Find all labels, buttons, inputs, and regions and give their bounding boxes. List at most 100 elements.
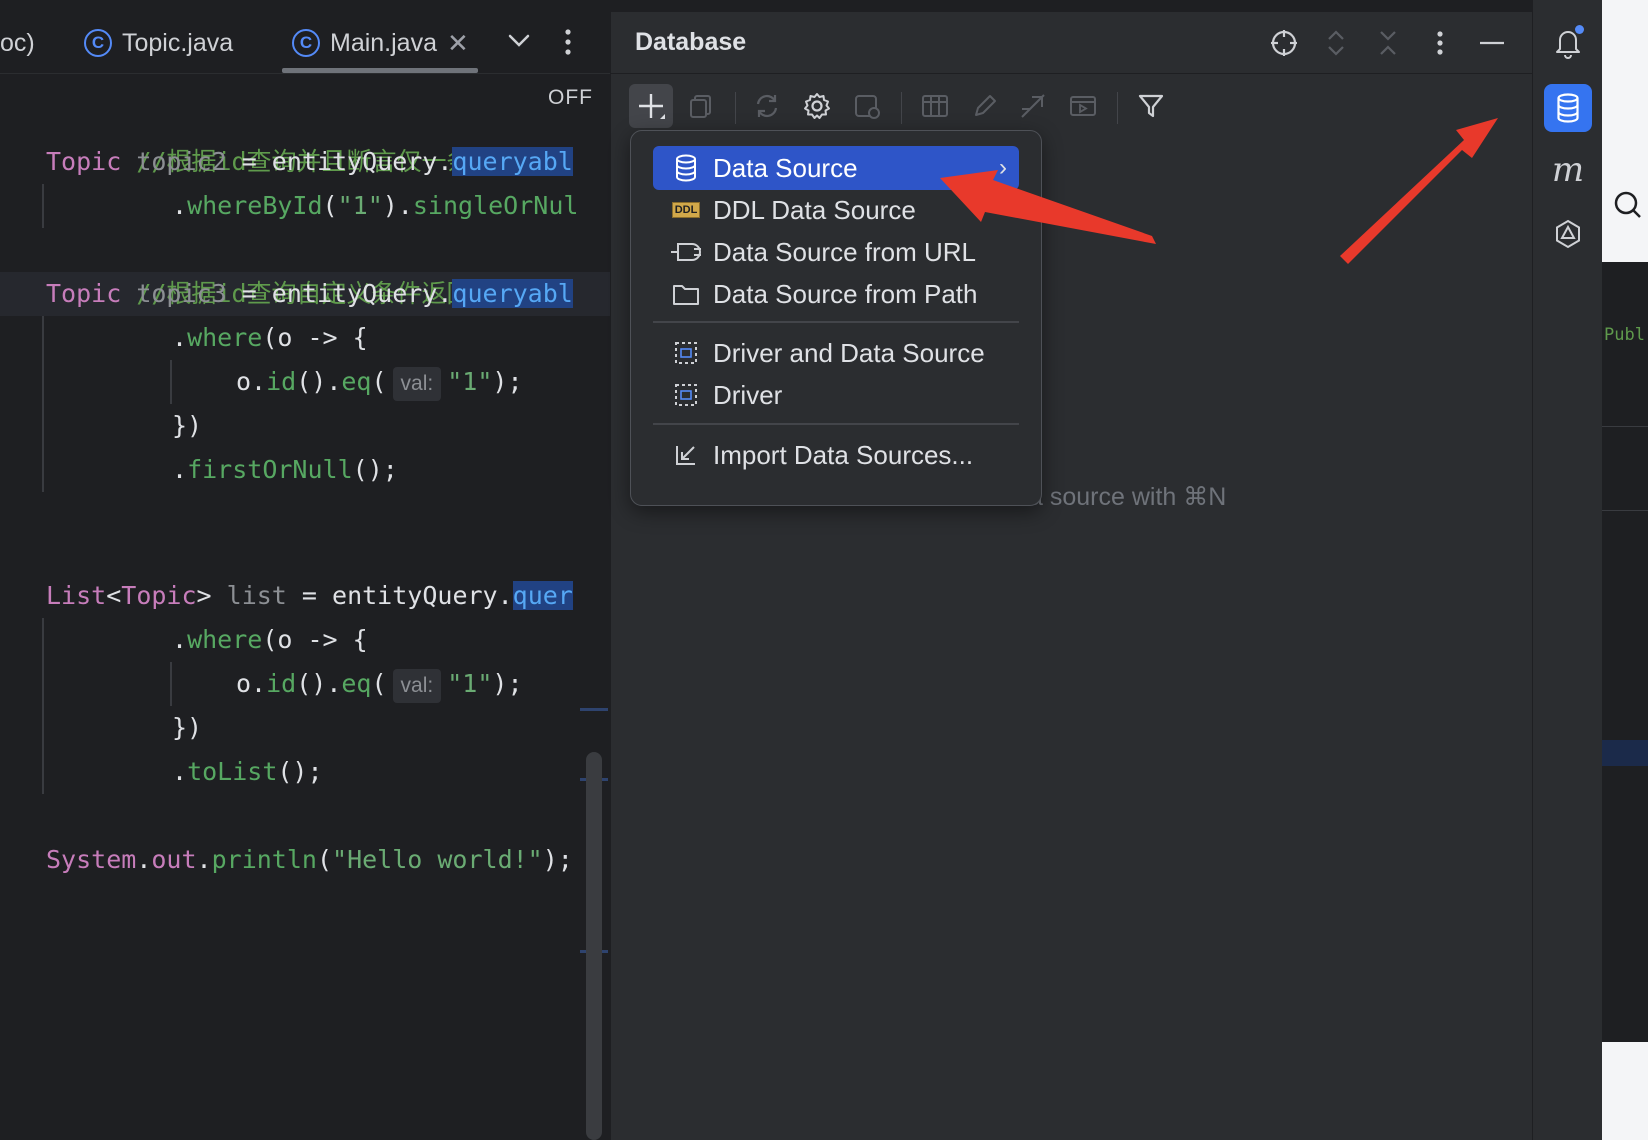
type-token: Topic <box>46 147 122 176</box>
database-icon <box>669 153 703 183</box>
ai-assistant-icon[interactable] <box>1544 210 1592 258</box>
string-token: "1" <box>447 367 493 396</box>
op-token: = <box>226 147 272 176</box>
highlight-strip <box>1602 740 1648 766</box>
lambda-token: (o -> { <box>262 625 368 654</box>
code-line: o.id().eq(val: "1"); <box>236 360 523 404</box>
driver-icon <box>669 380 703 410</box>
code-editor[interactable]: oc) C Topic.java C Main.java ✕ OFF //根据i… <box>0 0 610 1140</box>
search-icon <box>1614 191 1641 218</box>
expand-collapse-icon[interactable] <box>1317 24 1355 62</box>
settings-icon[interactable] <box>795 84 839 128</box>
field-token: out <box>151 845 197 874</box>
op-token: (). <box>296 367 342 396</box>
class-icon: C <box>84 29 112 57</box>
menu-item-label: Driver and Data Source <box>713 337 985 368</box>
query-console-icon[interactable] <box>845 84 889 128</box>
tabs-dropdown-icon[interactable] <box>506 22 532 69</box>
tab-previous-file[interactable]: oc) <box>0 12 35 74</box>
selected-token: quer <box>512 581 573 610</box>
method-token: firstOrNull <box>187 455 353 484</box>
console-icon[interactable] <box>1061 84 1105 128</box>
close-icon[interactable] <box>1369 24 1407 62</box>
type-token: Topic <box>46 279 122 308</box>
tab-main-java[interactable]: C Main.java ✕ <box>292 12 469 74</box>
table-icon[interactable] <box>913 84 957 128</box>
op-token: (); <box>277 757 323 786</box>
parameter-hint: val: <box>392 669 442 703</box>
crosshair-icon[interactable] <box>1265 24 1303 62</box>
code-line: Topic topic3 = entityQuery.queryabl <box>46 272 573 316</box>
method-token: whereById <box>187 191 323 220</box>
menu-item-ddl-data-source[interactable]: DDL DDL Data Source <box>653 188 1019 232</box>
maven-icon[interactable]: m <box>1544 146 1592 194</box>
edit-icon[interactable] <box>963 84 1007 128</box>
op-token: = <box>226 279 272 308</box>
menu-item-data-source-from-url[interactable]: Data Source from URL <box>653 230 1019 274</box>
notifications-icon[interactable] <box>1544 19 1592 67</box>
menu-item-driver[interactable]: Driver <box>653 373 1019 417</box>
var-token: topic2 <box>136 147 227 176</box>
menu-item-driver-and-data-source[interactable]: Driver and Data Source <box>653 331 1019 375</box>
op-token: = <box>286 581 333 610</box>
database-icon[interactable] <box>1544 84 1592 132</box>
code-line: //根据id查询自定义条件返回第一条 <box>46 228 546 308</box>
menu-separator <box>653 423 1019 425</box>
copy-icon[interactable] <box>679 84 723 128</box>
more-icon[interactable] <box>1421 24 1459 62</box>
tab-label: Main.java <box>330 28 437 57</box>
jump-icon[interactable] <box>1011 84 1055 128</box>
code-line: .whereById("1").singleOrNul <box>172 184 578 228</box>
refresh-icon[interactable] <box>745 84 789 128</box>
menu-item-label: Driver <box>713 379 783 410</box>
notification-badge <box>1575 25 1584 34</box>
ddl-icon: DDL <box>669 195 703 225</box>
op-token: ( <box>371 367 387 396</box>
menu-item-import-data-sources[interactable]: Import Data Sources... <box>653 433 1019 477</box>
method-token: eq <box>341 367 372 396</box>
code-area[interactable]: //根据id查询并且断言仅一条 Topic topic2 = entityQue… <box>0 74 610 1140</box>
filter-icon[interactable] <box>1129 84 1173 128</box>
database-toolbar <box>611 74 1533 138</box>
background-editor <box>1602 262 1648 1042</box>
op-token: ( <box>316 845 333 874</box>
var-token: topic3 <box>136 279 227 308</box>
tab-label: Topic.java <box>122 28 234 57</box>
op-token: ); <box>492 367 523 396</box>
add-icon[interactable] <box>629 84 673 128</box>
menu-item-data-source-from-path[interactable]: Data Source from Path <box>653 272 1019 316</box>
code-line: .where(o -> { <box>172 618 368 662</box>
editor-scrollbar[interactable] <box>586 752 602 1140</box>
type-token: System <box>46 845 137 874</box>
add-data-source-menu: Data Source › DDL DDL Data Source Data S… <box>630 130 1042 506</box>
toolbar-separator <box>735 92 736 124</box>
folder-icon <box>669 279 703 309</box>
menu-item-label: Data Source from Path <box>713 278 978 309</box>
string-token: "1" <box>447 669 493 698</box>
close-tab-icon[interactable]: ✕ <box>447 28 469 59</box>
empty-state-hint: a source with ⌘N <box>1029 483 1227 511</box>
editor-tab-bar: oc) C Topic.java C Main.java ✕ <box>0 12 610 74</box>
tab-more-icon[interactable] <box>562 22 574 69</box>
op-token: ); <box>542 845 573 874</box>
tab-topic-java[interactable]: C Topic.java <box>84 12 233 74</box>
op-token: ); <box>492 669 523 698</box>
background-window: Publ <box>1602 0 1648 1140</box>
indent-guide <box>42 618 44 794</box>
code-line: o.id().eq(val: "1"); <box>236 662 523 706</box>
op-token: . <box>172 323 188 352</box>
method-token: id <box>266 669 297 698</box>
var-token: list <box>226 581 287 610</box>
menu-item-label: Data Source <box>713 152 858 183</box>
menu-item-data-source[interactable]: Data Source › <box>653 146 1019 190</box>
op-token: (); <box>352 455 398 484</box>
divider <box>1602 510 1648 511</box>
panel-title: Database <box>635 28 747 56</box>
minimize-icon[interactable] <box>1473 24 1511 62</box>
divider <box>1602 426 1648 427</box>
op-token: }) <box>172 411 203 440</box>
code-line: List<Topic> list = entityQuery.quer <box>46 574 573 618</box>
indent-guide <box>170 662 172 706</box>
menu-separator <box>653 321 1019 323</box>
obj-token: o. <box>236 367 267 396</box>
